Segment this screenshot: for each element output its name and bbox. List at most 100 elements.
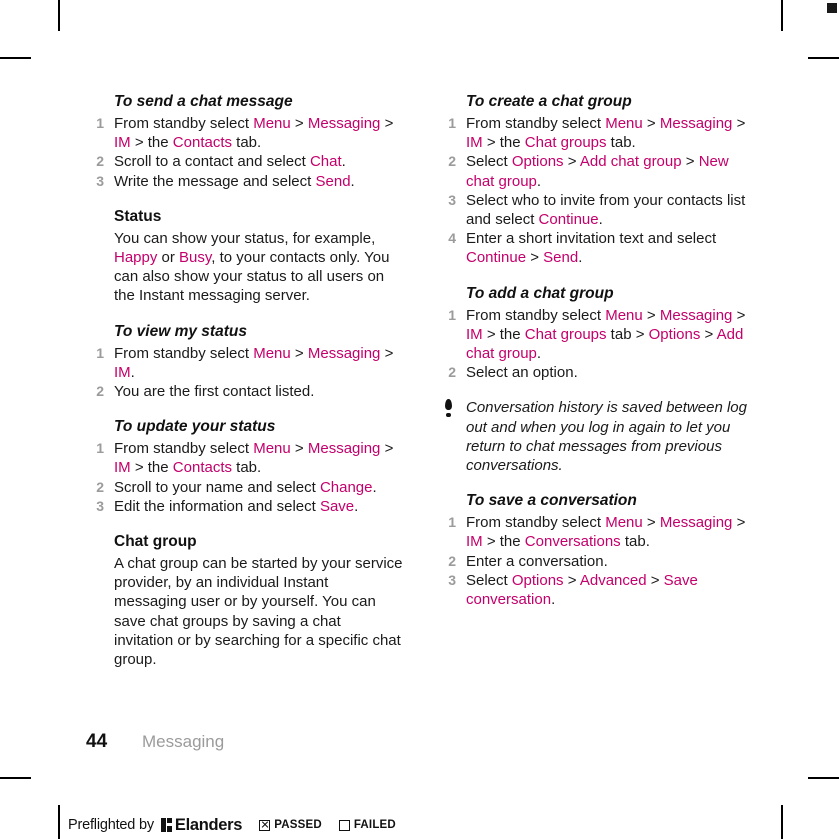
ui-path-token: Save (319, 497, 355, 515)
ui-path-token: Contacts (172, 134, 232, 152)
step-text: . (372, 478, 377, 496)
step-text: tab > (606, 325, 649, 343)
preflight-label: Preflighted by (68, 817, 154, 833)
preflight-passed: PASSED (259, 819, 322, 831)
ui-path-token: Menu (253, 344, 291, 362)
step-item: 2 You are the first contact listed. (86, 382, 404, 401)
step-text: Scroll to a contact and select (114, 153, 310, 171)
step-text: Select who to invite from your contacts … (466, 191, 746, 229)
ui-path-token: Contacts (172, 459, 232, 477)
step-text: Select an option. (466, 364, 578, 382)
step-item: 2 Select an option. (438, 363, 756, 382)
elanders-mark-icon (160, 818, 172, 832)
paragraph-text: You can show your status, for example, (114, 229, 376, 247)
step-number: 1 (96, 344, 104, 361)
step-number: 1 (96, 440, 104, 457)
steps-to-send-a-chat-message: 1 From standby select Menu > Messaging > … (86, 114, 404, 191)
ui-path-token: Messaging (659, 514, 733, 532)
step-text: You are the first contact listed. (114, 383, 315, 401)
step-text: > (290, 440, 308, 458)
heading-to-save-a-conversation: To save a conversation (466, 492, 637, 510)
step-text: > (290, 115, 308, 132)
step-number: 2 (448, 153, 456, 170)
step-item: 1 From standby select Menu > Messaging > … (86, 114, 404, 152)
step-item: 1 From standby select Menu > Messaging > … (86, 439, 404, 477)
ui-path-token: Change (319, 478, 373, 496)
step-text: . (598, 211, 603, 229)
step-number: 4 (448, 230, 456, 247)
heading-to-add-a-chat-group: To add a chat group (466, 284, 614, 302)
step-item: 1 From standby select Menu > Messaging > … (438, 513, 756, 551)
step-text: Enter a conversation. (466, 552, 608, 570)
step-text: > (642, 514, 660, 532)
step-text: > (526, 249, 544, 267)
step-text: . (578, 249, 583, 267)
step-text: > (700, 325, 717, 343)
step-number: 1 (448, 514, 456, 531)
step-text: > (380, 344, 394, 362)
paragraph-status: You can show your status, for example, H… (114, 229, 404, 306)
step-text: From standby select (114, 344, 254, 362)
ui-path-token: Advanced (579, 571, 647, 589)
heading-to-view-my-status: To view my status (114, 322, 247, 340)
step-number: 1 (96, 115, 104, 131)
step-item: 3 Write the message and select Send. (86, 172, 404, 191)
step-text: > the (130, 134, 173, 152)
ui-path-token: Continue (538, 211, 599, 229)
left-column: To send a chat message 1 From standby sel… (86, 92, 404, 669)
step-text: > (290, 344, 308, 362)
chapter-name: Messaging (142, 732, 225, 751)
ui-path-token: IM (466, 533, 483, 551)
step-item: 1 From standby select Menu > Messaging > … (438, 114, 756, 152)
unchecked-checkbox-icon (338, 819, 350, 831)
step-text: > (681, 153, 699, 171)
step-text: > (380, 440, 394, 458)
step-text: tab. (620, 533, 650, 551)
step-item: 2 Enter a conversation. (438, 552, 756, 571)
ui-path-token: IM (114, 134, 131, 152)
step-text: From standby select (466, 115, 606, 132)
step-text: > (732, 306, 746, 324)
step-number: 2 (448, 364, 456, 381)
step-item: 1 From standby select Menu > Messaging > … (86, 344, 404, 382)
heading-status: Status (114, 207, 162, 225)
step-text: Edit the information and select (114, 497, 320, 515)
step-text: tab. (606, 134, 636, 152)
checked-checkbox-icon (259, 819, 271, 831)
step-item: 2 Scroll to a contact and select Chat. (86, 152, 404, 171)
step-text: . (354, 497, 359, 515)
ui-path-token: Messaging (659, 306, 733, 324)
step-text: > (732, 514, 746, 532)
ui-path-token: Conversations (524, 533, 621, 551)
ui-path-token: Messaging (307, 440, 381, 458)
step-text: > (380, 115, 394, 132)
ui-path-token: Chat groups (524, 134, 607, 152)
page-number: 44 (86, 731, 108, 752)
ui-path-token: Menu (253, 115, 291, 132)
step-number: 1 (448, 115, 456, 131)
ui-path-token: Messaging (307, 344, 381, 362)
step-item: 3 Select who to invite from your contacts… (438, 191, 756, 229)
step-number: 3 (96, 172, 104, 189)
ui-path-token: Send (315, 172, 351, 190)
ui-path-token: Menu (605, 115, 643, 132)
ui-path-token: Chat (309, 153, 342, 171)
step-text: . (536, 345, 542, 363)
ui-path-token: Happy (114, 249, 158, 267)
two-column-body: To send a chat message 1 From standby sel… (86, 92, 756, 669)
step-text: Write the message and select (114, 172, 316, 190)
ui-path-token: IM (466, 134, 483, 152)
ui-path-token: Chat groups (524, 325, 607, 343)
step-item: 1 From standby select Menu > Messaging > … (438, 306, 756, 364)
step-text: > the (482, 533, 525, 551)
step-number: 2 (448, 552, 456, 569)
step-text: From standby select (466, 306, 606, 324)
step-item: 3 Edit the information and select Save. (86, 497, 404, 516)
step-text: Enter a short invitation text and select (466, 230, 717, 248)
preflight-failed: FAILED (338, 819, 396, 831)
step-text: . (350, 172, 355, 190)
step-text: > (732, 115, 746, 132)
step-number: 3 (96, 497, 104, 514)
step-text: . (130, 363, 135, 381)
ui-path-token: Options (511, 571, 564, 589)
